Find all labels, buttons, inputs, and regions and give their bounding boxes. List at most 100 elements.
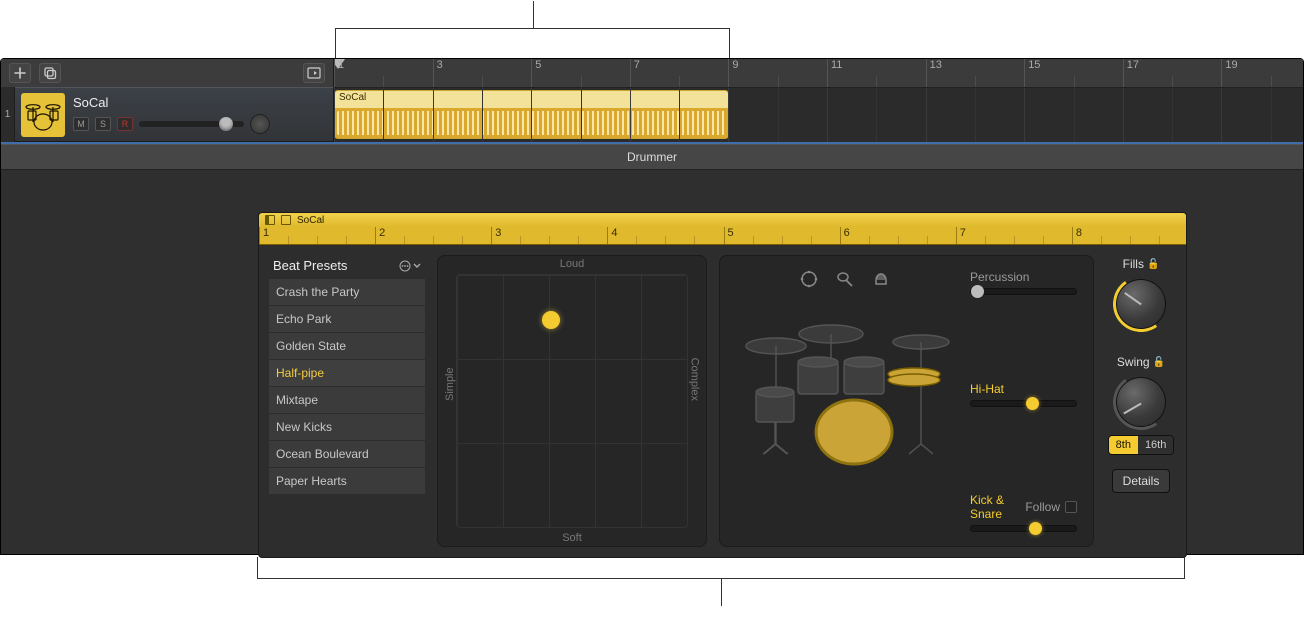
percussion-mode-icons <box>736 270 956 288</box>
arrangement-timeline[interactable]: SoCal <box>334 87 1303 142</box>
xy-puck[interactable] <box>542 311 560 329</box>
preset-item[interactable]: Ocean Boulevard <box>269 441 425 468</box>
ruler-tick: 1 <box>334 59 344 87</box>
preset-item[interactable]: New Kicks <box>269 414 425 441</box>
swing-lock-icon[interactable]: 🔓 <box>1153 357 1165 368</box>
ruler-tick: 3 <box>433 59 443 87</box>
hihat-slider[interactable] <box>970 400 1077 407</box>
catch-playhead-button[interactable] <box>303 63 325 83</box>
ruler-minor-tick <box>581 76 582 87</box>
xy-label-simple: Simple <box>444 367 456 401</box>
preset-item[interactable]: Golden State <box>269 333 425 360</box>
record-enable-button[interactable]: R <box>117 117 133 131</box>
ruler-minor-tick <box>1271 76 1272 87</box>
region-midi-icon[interactable] <box>281 215 291 225</box>
ruler-minor-tick <box>1074 76 1075 87</box>
drum-kit-visual[interactable] <box>736 270 956 532</box>
xy-grid <box>456 274 688 528</box>
duplicate-track-button[interactable] <box>39 63 61 83</box>
track-controls: M S R <box>73 114 327 134</box>
tracks-toolbar-row: 135791113151719 <box>1 59 1303 87</box>
mute-button[interactable]: M <box>73 117 89 131</box>
preset-item[interactable]: Mixtape <box>269 387 425 414</box>
editor-region-header: SoCal <box>259 213 1186 227</box>
drummer-editor: SoCal 12345678 Beat Presets Crash the Pa… <box>258 212 1187 558</box>
swing-label: Swing 🔓 <box>1117 355 1165 369</box>
editor-ruler-tick: 8 <box>1072 227 1082 244</box>
knob-column: Fills 🔓 Swing 🔓 8th 16t <box>1106 255 1176 547</box>
preset-item[interactable]: Echo Park <box>269 306 425 333</box>
follow-label: Follow <box>1025 500 1060 514</box>
presets-actions-menu[interactable] <box>399 260 421 272</box>
ruler-minor-tick <box>975 76 976 87</box>
solo-button[interactable]: S <box>95 117 111 131</box>
ruler-minor-tick <box>679 76 680 87</box>
ruler-tick: 13 <box>926 59 942 87</box>
preset-item[interactable]: Paper Hearts <box>269 468 425 495</box>
kit-sliders: Percussion Hi-Hat Kick & Snare <box>970 270 1077 532</box>
ruler-minor-tick <box>482 76 483 87</box>
chevron-down-icon <box>413 262 421 270</box>
kicksnare-slider-row: Kick & Snare Follow <box>970 493 1077 532</box>
beat-presets-list: Crash the PartyEcho ParkGolden StateHalf… <box>269 279 425 495</box>
arrangement-ruler[interactable]: 135791113151719 <box>334 59 1303 87</box>
editor-region-name: SoCal <box>297 215 324 226</box>
percussion-slider[interactable] <box>970 288 1077 295</box>
ruler-tick: 5 <box>531 59 541 87</box>
editor-ruler-tick: 1 <box>259 227 269 244</box>
kicksnare-label: Kick & Snare <box>970 493 1025 521</box>
track-number: 1 <box>1 87 15 142</box>
beat-presets-header: Beat Presets <box>269 255 425 279</box>
fills-knob[interactable] <box>1116 279 1166 329</box>
kicksnare-slider[interactable] <box>970 525 1077 532</box>
track-info: SoCal M S R <box>73 95 327 134</box>
ruler-minor-tick <box>778 76 779 87</box>
percussion-slider-thumb[interactable] <box>971 285 984 298</box>
preset-item[interactable]: Crash the Party <box>269 279 425 306</box>
fills-lock-icon[interactable]: 🔓 <box>1147 259 1159 270</box>
beat-presets-title: Beat Presets <box>273 258 347 273</box>
details-button[interactable]: Details <box>1112 469 1171 493</box>
kicksnare-slider-thumb[interactable] <box>1029 522 1042 535</box>
track-header[interactable]: SoCal M S R <box>15 87 334 142</box>
ruler-tick: 19 <box>1221 59 1237 87</box>
ruler-minor-tick <box>1172 76 1173 87</box>
fills-label: Fills 🔓 <box>1123 257 1160 271</box>
editor-ruler-tick: 5 <box>724 227 734 244</box>
pan-knob[interactable] <box>250 114 270 134</box>
ruler-tick: 11 <box>827 59 842 87</box>
editor-ruler[interactable]: 12345678 <box>259 227 1186 245</box>
swing-knob[interactable] <box>1116 377 1166 427</box>
ruler-minor-tick <box>876 76 877 87</box>
shaker-icon[interactable] <box>836 270 854 288</box>
swing-resolution-segmented[interactable]: 8th 16th <box>1108 435 1175 455</box>
hihat-slider-thumb[interactable] <box>1026 397 1039 410</box>
hihat-slider-row: Hi-Hat <box>970 382 1077 407</box>
track-row: 1 SoCal M S <box>1 87 1303 142</box>
performance-xy-pad[interactable]: Loud Soft Simple Complex <box>437 255 707 547</box>
tracks-toolbar <box>1 59 334 87</box>
ruler-tick: 7 <box>630 59 640 87</box>
xy-label-soft: Soft <box>562 532 582 544</box>
ruler-tick: 15 <box>1024 59 1040 87</box>
swing-8th-button[interactable]: 8th <box>1109 436 1138 454</box>
preset-item[interactable]: Half-pipe <box>269 360 425 387</box>
ruler-minor-tick <box>383 76 384 87</box>
add-track-button[interactable] <box>9 63 31 83</box>
percussion-label: Percussion <box>970 270 1029 284</box>
swing-16th-button[interactable]: 16th <box>1138 436 1173 454</box>
ruler-tick: 17 <box>1123 59 1139 87</box>
drummer-tab-label[interactable]: Drummer <box>627 150 677 164</box>
play-region-icon[interactable] <box>265 215 275 225</box>
follow-checkbox[interactable] <box>1065 501 1077 513</box>
tambourine-icon[interactable] <box>800 270 818 288</box>
volume-slider[interactable] <box>139 121 244 127</box>
handclap-icon[interactable] <box>872 270 892 288</box>
percussion-slider-row: Percussion <box>970 270 1077 295</box>
callout-top-bracket <box>335 28 730 58</box>
editor-tab-bar: Drummer <box>1 144 1303 170</box>
track-name-label: SoCal <box>73 95 327 110</box>
editor-ruler-tick: 2 <box>375 227 385 244</box>
callout-bottom-bracket <box>257 557 1185 579</box>
xy-label-loud: Loud <box>560 258 584 270</box>
